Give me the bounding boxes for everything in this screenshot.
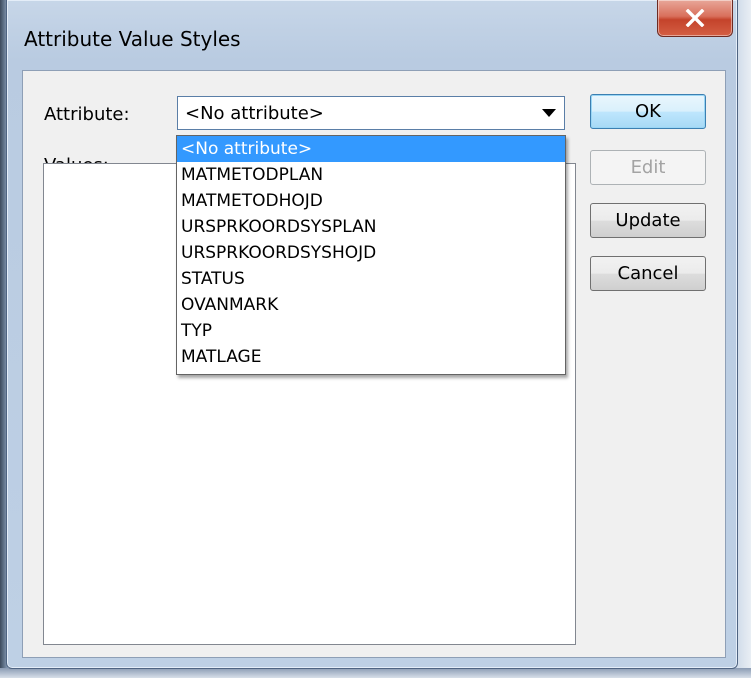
window-title: Attribute Value Styles bbox=[24, 27, 241, 51]
dropdown-option[interactable]: URSPRKOORDSYSPLAN bbox=[177, 214, 565, 240]
close-icon bbox=[685, 9, 705, 27]
chevron-down-icon[interactable] bbox=[542, 109, 556, 117]
close-button[interactable] bbox=[657, 0, 733, 37]
dropdown-option[interactable]: STATUS bbox=[177, 266, 565, 292]
dropdown-option[interactable]: MATMETODHOJD bbox=[177, 188, 565, 214]
attribute-dropdown-list: <No attribute> MATMETODPLAN MATMETODHOJD… bbox=[176, 135, 566, 375]
dropdown-option[interactable]: MATMETODPLAN bbox=[177, 162, 565, 188]
dropdown-option[interactable]: TYP bbox=[177, 318, 565, 344]
attribute-select[interactable]: <No attribute> bbox=[177, 96, 565, 130]
attribute-label: Attribute: bbox=[44, 104, 130, 125]
attribute-select-value: <No attribute> bbox=[185, 103, 324, 124]
dialog-window: Attribute Value Styles Attribute: <No at… bbox=[6, 0, 738, 669]
dropdown-option[interactable]: OVANMARK bbox=[177, 292, 565, 318]
cancel-button[interactable]: Cancel bbox=[590, 256, 706, 291]
edit-button[interactable]: Edit bbox=[590, 150, 706, 185]
ok-button[interactable]: OK bbox=[590, 94, 706, 129]
dropdown-option[interactable]: <No attribute> bbox=[177, 136, 565, 162]
dropdown-option[interactable]: MATLAGE bbox=[177, 344, 565, 370]
screen-edge-bottom bbox=[0, 668, 751, 678]
dropdown-option[interactable]: URSPRKOORDSYSHOJD bbox=[177, 240, 565, 266]
dialog-client-area: Attribute: <No attribute> Values: OK Edi… bbox=[22, 70, 726, 658]
update-button[interactable]: Update bbox=[590, 203, 706, 238]
